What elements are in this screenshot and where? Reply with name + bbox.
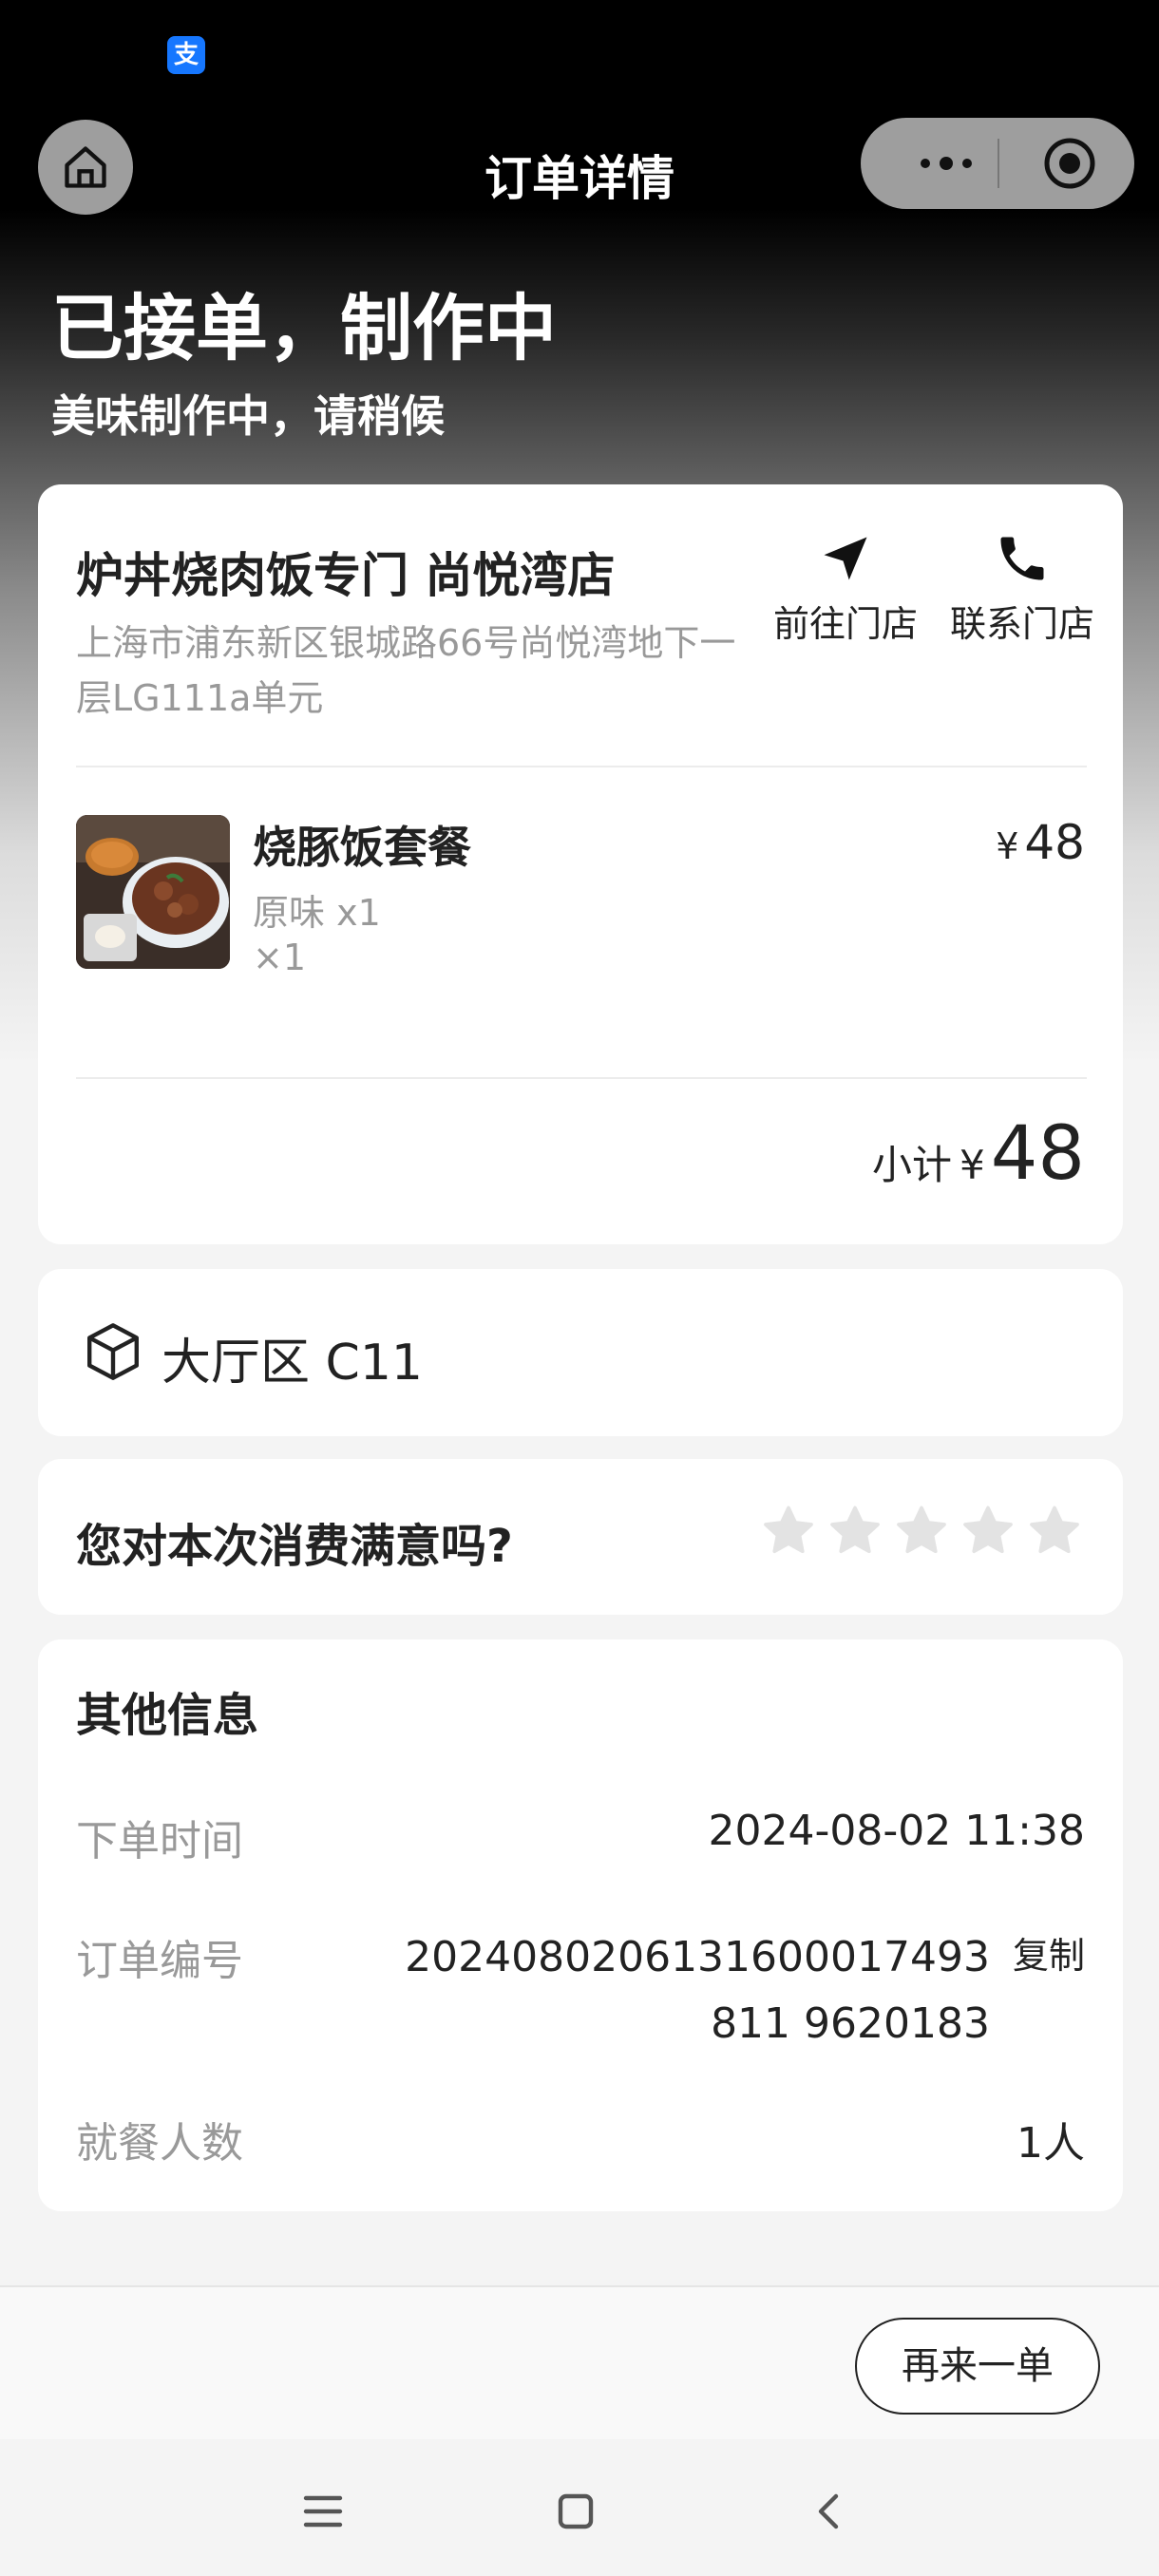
rating-question: 您对本次消费满意吗? [76,1520,513,1573]
store-card: 炉丼烧肉饭专门 尚悦湾店 上海市浦东新区银城路66号尚悦湾地下一层LG111a单… [38,484,1123,1244]
alipay-icon: 支 [167,36,205,74]
home-nav-button[interactable] [538,2473,614,2549]
back-button[interactable] [792,2473,868,2549]
item-price-value: 48 [1024,815,1085,870]
star-icon[interactable] [893,1503,950,1560]
cube-icon [87,1323,139,1380]
other-info-card: 其他信息 下单时间 2024-08-02 11:38 订单编号 20240802… [38,1639,1123,2211]
table-card: 大厅区 C11 [38,1269,1123,1436]
item-name: 烧豚饭套餐 [253,822,471,873]
go-to-store-label: 前往门店 [772,603,918,645]
table-number: 大厅区 C11 [162,1335,424,1392]
star-rating [760,1503,1083,1560]
call-store-label: 联系门店 [949,603,1094,645]
subtotal-amount: 48 [990,1111,1085,1197]
order-number-label: 订单编号 [76,1937,243,1985]
star-icon[interactable] [960,1503,1016,1560]
more-button[interactable] [899,118,994,209]
food-image [76,815,230,969]
bottom-action-bar: 再来一单 [0,2285,1159,2439]
system-navigation-bar [0,2439,1159,2576]
menu-button[interactable] [285,2473,361,2549]
status-bar: 支 [0,0,1159,104]
navigation-arrow-icon [824,537,867,580]
currency-symbol: ¥ [996,825,1019,867]
divider [76,1077,1087,1079]
star-icon[interactable] [1026,1503,1083,1560]
copy-button[interactable]: 复制 [1013,1926,1085,1979]
order-number-value: 2024080206131600017493811 9620183 [405,1933,990,2048]
order-time-value: 2024-08-02 11:38 [708,1807,1086,1855]
order-time-label: 下单时间 [76,1817,243,1866]
other-info-title: 其他信息 [76,1689,259,1742]
divider [76,766,1087,767]
subtotal: 小计 ¥ 48 [872,1111,1085,1197]
back-icon [818,2493,839,2529]
close-miniapp-button[interactable] [1022,118,1117,209]
rating-card: 您对本次消费满意吗? [38,1459,1123,1615]
star-icon[interactable] [760,1503,817,1560]
order-status-title: 已接单，制作中 [51,286,557,370]
square-icon [558,2493,594,2529]
reorder-button[interactable]: 再来一单 [855,2318,1100,2415]
diners-label: 就餐人数 [76,2119,243,2168]
item-spec: 原味 x1 [253,892,381,934]
subtotal-label: 小计 [871,1142,952,1188]
subtotal-currency: ¥ [960,1142,985,1188]
star-icon[interactable] [826,1503,884,1560]
item-price: ¥48 [996,815,1085,870]
capsule-divider [998,139,999,188]
store-name: 炉丼烧肉饭专门 尚悦湾店 [76,548,616,603]
go-to-store-button[interactable]: 前往门店 [760,530,931,647]
miniapp-capsule [861,118,1134,209]
store-address: 上海市浦东新区银城路66号尚悦湾地下一层LG111a单元 [76,622,736,719]
item-quantity: ×1 [253,937,307,978]
order-status-subtitle: 美味制作中，请稍候 [51,390,445,442]
call-store-button[interactable]: 联系门店 [937,530,1108,647]
phone-icon [1000,537,1044,580]
diners-value: 1人 [1016,2119,1085,2168]
target-icon [1044,138,1095,189]
more-dots-icon [921,157,972,170]
menu-icon [303,2495,343,2528]
